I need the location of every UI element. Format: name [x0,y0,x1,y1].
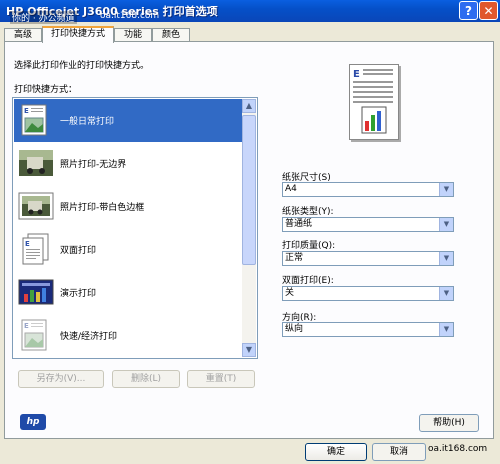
shortcuts-label: 打印快捷方式： [14,85,78,95]
presentation-icon [18,279,54,305]
watermark-url: oa.it168.com [428,444,488,454]
svg-text:E: E [353,69,360,80]
list-item[interactable]: 照片打印-带白色边框 [14,185,243,228]
duplex-label: 双面打印(E): [282,276,334,286]
list-item[interactable]: 演示打印 [14,271,243,314]
svg-text:E: E [24,322,29,330]
watermark-text: 你的 · 办公频道 [10,11,77,24]
tab-advanced[interactable]: 高级 [4,28,42,42]
chevron-down-icon: ▼ [439,218,453,231]
chevron-down-icon: ▼ [439,183,453,196]
delete-button[interactable]: 删除(L) [112,370,180,388]
two-sided-icon: E [22,233,49,265]
tab-print-shortcuts[interactable]: 打印快捷方式 [42,26,114,43]
list-item[interactable]: E 双面打印 [14,228,243,271]
scroll-down-icon[interactable]: ▼ [242,343,256,357]
fast-economy-icon: E [21,319,47,351]
close-button[interactable]: ✕ [479,1,498,20]
list-item-label: 快速/经济打印 [60,332,118,342]
list-item-label: 照片打印-带白色边框 [60,203,145,213]
list-scrollbar[interactable]: ▲ ▼ [242,99,256,357]
ok-button[interactable]: 确定 [305,443,367,461]
save-as-button[interactable]: 另存为(V)... [18,370,104,388]
list-item-label: 演示打印 [60,289,97,299]
orientation-select[interactable]: 纵向 ▼ [282,322,454,337]
paper-type-value: 普通纸 [285,219,313,229]
print-quality-value: 正常 [285,253,304,263]
document-icon: E [21,104,47,136]
paper-size-select[interactable]: A4 ▼ [282,182,454,197]
list-item-label: 照片打印-无边界 [60,160,127,170]
print-quality-label: 打印质量(Q): [282,241,336,251]
page-preview: E [349,64,399,140]
paper-type-label: 纸张类型(Y): [282,207,334,217]
photo-white-border-icon [18,192,54,220]
tab-color[interactable]: 颜色 [152,28,190,42]
help-button[interactable]: 帮助(H) [419,414,479,432]
reset-button[interactable]: 重置(T) [187,370,255,388]
duplex-select[interactable]: 关 ▼ [282,286,454,301]
list-item-label: 一般日常打印 [60,117,115,127]
svg-text:E: E [25,240,30,248]
orientation-value: 纵向 [285,324,304,334]
chevron-down-icon: ▼ [439,323,453,336]
list-item[interactable]: E 一般日常打印 [14,99,243,142]
tab-features[interactable]: 功能 [114,28,152,42]
duplex-value: 关 [285,288,295,298]
title-bar: HP Officejet J3600 series 打印首选项 你的 · 办公频… [0,0,500,24]
chevron-down-icon: ▼ [439,287,453,300]
paper-size-value: A4 [285,184,297,194]
instruction-text: 选择此打印作业的打印快捷方式。 [14,61,150,71]
list-item[interactable]: 照片打印-无边界 [14,142,243,185]
hp-logo: hp [20,414,46,430]
list-item[interactable]: E 快速/经济打印 [14,314,243,357]
cancel-button[interactable]: 取消 [372,443,426,461]
chevron-down-icon: ▼ [439,252,453,265]
photo-borderless-icon [19,150,53,176]
scroll-up-icon[interactable]: ▲ [242,99,256,113]
help-title-button[interactable]: ? [459,1,478,20]
print-quality-select[interactable]: 正常 ▼ [282,251,454,266]
list-item-label: 双面打印 [60,246,97,256]
paper-type-select[interactable]: 普通纸 ▼ [282,217,454,232]
watermark-url: oa.it168.com [100,11,160,21]
scroll-thumb[interactable] [242,115,256,265]
preview-document-icon: E [353,69,393,134]
shortcut-list[interactable]: E 一般日常打印 照片打印-无边界 照片打印-带白色边框 E 双面打印 演示打印… [12,97,258,359]
svg-text:E: E [24,107,29,115]
